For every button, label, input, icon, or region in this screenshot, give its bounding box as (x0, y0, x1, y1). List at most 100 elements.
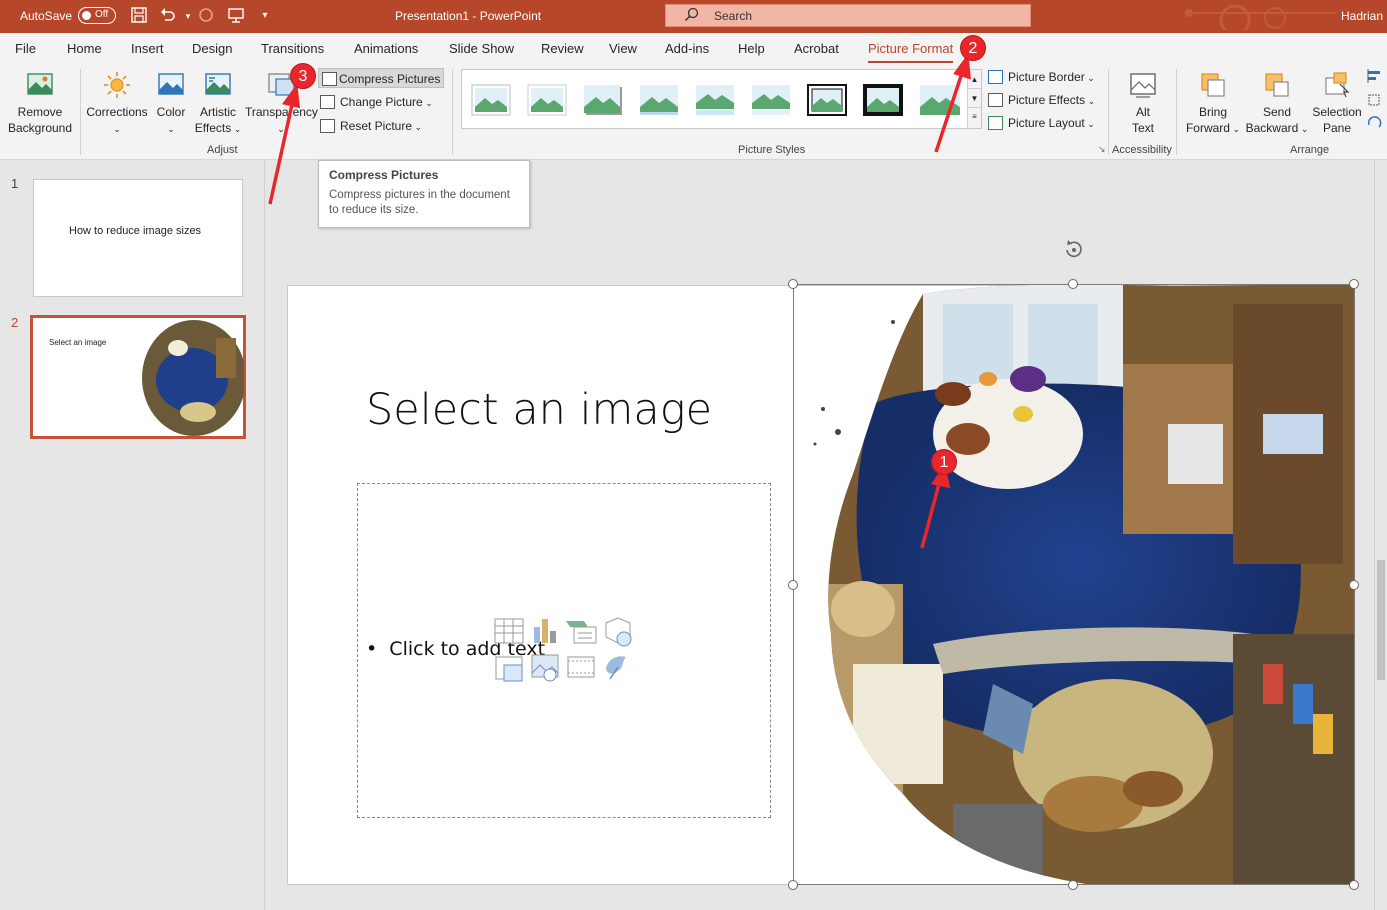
picture-style-black-frame[interactable] (806, 83, 848, 117)
insert-3d-model-icon[interactable] (605, 617, 632, 647)
picture-style-shadow[interactable] (582, 83, 624, 117)
tab-help[interactable]: Help (738, 41, 765, 56)
tab-transitions[interactable]: Transitions (261, 41, 324, 56)
tab-file[interactable]: File (15, 41, 36, 56)
bring-forward-icon (1201, 73, 1225, 97)
undo-dropdown-icon[interactable]: ▾ (178, 6, 198, 26)
compress-pictures-tooltip: Compress Pictures Compress pictures in t… (318, 160, 530, 228)
insert-icons-icon[interactable] (606, 656, 626, 680)
slide-thumbnail-1[interactable]: How to reduce image sizes (33, 179, 243, 297)
autosave-toggle[interactable]: Off (78, 7, 116, 24)
tab-review[interactable]: Review (541, 41, 584, 56)
chevron-down-icon: ⌄ (1084, 73, 1095, 83)
tab-picture-format[interactable]: Picture Format (868, 41, 954, 64)
insert-picture-icon[interactable] (495, 656, 523, 682)
slide-title[interactable]: Select an image (366, 385, 712, 435)
corrections-button[interactable]: Corrections ⌄ (84, 70, 150, 137)
insert-smartart-icon[interactable] (566, 621, 597, 644)
picture-layout-button[interactable]: Picture Layout ⌄ (988, 113, 1100, 133)
color-button[interactable]: Color ⌄ (152, 70, 190, 137)
tab-acrobat[interactable]: Acrobat (794, 41, 839, 56)
tab-add-ins[interactable]: Add-ins (665, 41, 709, 56)
picture-style-soft-edge[interactable] (638, 83, 680, 117)
rotate-handle-icon[interactable] (1063, 238, 1085, 260)
resize-handle-bottom-left[interactable] (788, 880, 798, 890)
chevron-down-icon: ⌄ (277, 124, 285, 134)
gallery-down-icon[interactable]: ▼ (968, 89, 981, 108)
tab-slide-show[interactable]: Slide Show (449, 41, 514, 56)
resize-handle-top-right[interactable] (1349, 279, 1359, 289)
tab-view[interactable]: View (609, 41, 637, 56)
scrollbar-thumb[interactable] (1377, 560, 1385, 680)
arrange-group-label: Arrange (1290, 144, 1330, 156)
chevron-down-icon: ⌄ (167, 124, 175, 134)
remove-background-button[interactable]: Remove Background (4, 70, 76, 136)
annotation-badge-3: 3 (290, 63, 316, 89)
tab-design[interactable]: Design (192, 41, 232, 56)
picture-border-button[interactable]: Picture Border ⌄ (988, 67, 1100, 87)
reset-picture-button[interactable]: Reset Picture ⌄ (320, 116, 444, 136)
user-name[interactable]: Hadrian (1341, 9, 1387, 23)
accessibility-group-label: Accessibility (1112, 144, 1172, 156)
ribbon-separator (1108, 69, 1109, 155)
bring-forward-button[interactable]: Bring Forward ⌄ (1183, 70, 1243, 137)
picture-style-thick-black[interactable] (862, 83, 904, 117)
resize-handle-right[interactable] (1349, 580, 1359, 590)
search-box[interactable]: Search (665, 4, 1031, 27)
picture-style-reflected[interactable] (694, 83, 736, 117)
alt-text-button[interactable]: Alt Text (1116, 70, 1170, 136)
picture-color-icon (158, 73, 184, 95)
remove-background-icon (27, 73, 53, 95)
picture-style-rounded[interactable] (918, 83, 960, 117)
slide-thumbnail-2[interactable]: Select an image (30, 315, 246, 439)
artistic-effects-button[interactable]: Artistic Effects ⌄ (192, 70, 244, 137)
send-backward-label-2: Backward (1245, 121, 1299, 135)
undo-icon[interactable] (158, 6, 178, 26)
resize-handle-top-left[interactable] (788, 279, 798, 289)
save-icon[interactable] (129, 6, 149, 26)
gallery-scroll[interactable]: ▲ ▼ ≡ (967, 70, 981, 128)
toggle-knob (82, 11, 91, 20)
annotation-badge-2: 2 (960, 35, 986, 61)
tab-animations[interactable]: Animations (354, 41, 418, 56)
insert-table-icon[interactable] (494, 618, 524, 644)
title-bar: AutoSave Off ▾ ▾ Presentation1 - PowerPo… (0, 0, 1387, 33)
tab-insert[interactable]: Insert (131, 41, 164, 56)
resize-handle-bottom-right[interactable] (1349, 880, 1359, 890)
gallery-more-icon[interactable]: ≡ (968, 108, 981, 126)
color-label: Color (156, 105, 186, 119)
resize-handle-top[interactable] (1068, 279, 1078, 289)
resize-handle-left[interactable] (788, 580, 798, 590)
chevron-down-icon: ⌄ (113, 124, 121, 134)
picture-layout-label: Picture Layout (1008, 116, 1085, 130)
insert-video-icon[interactable] (567, 656, 595, 678)
insert-chart-icon[interactable] (534, 619, 556, 643)
chevron-down-icon: ⌄ (412, 122, 423, 132)
picture-effects-button[interactable]: Picture Effects ⌄ (988, 90, 1100, 110)
alt-text-label-2: Text (1131, 121, 1154, 135)
change-picture-label: Change Picture (340, 95, 423, 109)
gallery-up-icon[interactable]: ▲ (968, 70, 981, 89)
picture-style-simple-frame[interactable] (470, 83, 512, 117)
customize-toolbar-icon[interactable]: ▾ (255, 6, 275, 26)
selected-picture[interactable] (793, 284, 1355, 885)
picture-style-beveled[interactable] (526, 83, 568, 117)
compress-pictures-button[interactable]: Compress Pictures (318, 68, 444, 88)
selection-pane-button[interactable]: Selection Pane (1310, 70, 1364, 136)
remove-background-label-2: Background (7, 121, 73, 135)
align-rotate-group-icons[interactable] (1366, 69, 1384, 135)
dialog-launcher-icon[interactable]: ↘ (1098, 144, 1106, 155)
insert-stock-images-icon[interactable] (531, 654, 559, 682)
autosave-label: AutoSave (20, 9, 73, 23)
picture-style-reflected-soft[interactable] (750, 83, 792, 117)
reset-picture-label: Reset Picture (340, 119, 413, 133)
present-from-start-icon[interactable] (226, 6, 246, 26)
resize-handle-bottom[interactable] (1068, 880, 1078, 890)
alt-text-label-1: Alt (1135, 105, 1150, 119)
tooltip-title: Compress Pictures (329, 168, 439, 182)
tab-home[interactable]: Home (67, 41, 102, 56)
change-picture-button[interactable]: Change Picture ⌄ (320, 92, 444, 112)
vertical-scrollbar[interactable] (1374, 160, 1387, 910)
send-backward-button[interactable]: Send Backward ⌄ (1245, 70, 1309, 137)
redo-icon[interactable] (196, 6, 216, 26)
